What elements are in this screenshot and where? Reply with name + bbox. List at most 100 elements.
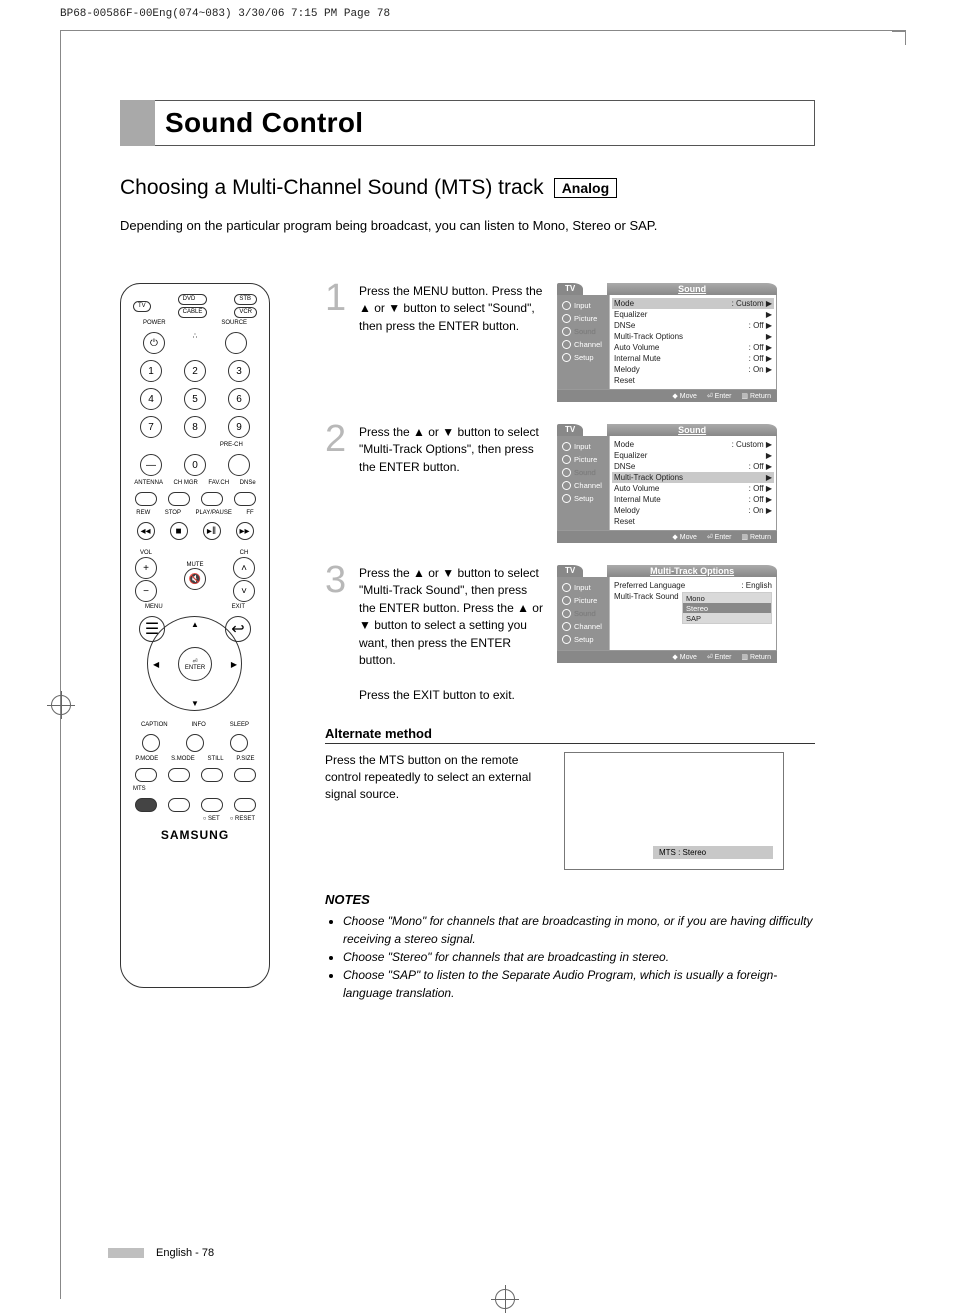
info-button[interactable] <box>186 734 204 752</box>
osd-side-item[interactable]: Picture <box>558 594 609 607</box>
l-stop: STOP <box>165 510 181 516</box>
osd-side-item[interactable]: Setup <box>558 351 609 364</box>
osd-title: Multi-Track Options <box>607 565 777 577</box>
osd-side-item[interactable]: Sound <box>558 325 609 338</box>
key-3[interactable]: 3 <box>228 360 250 382</box>
menu-label: MENU <box>145 604 163 610</box>
key-7[interactable]: 7 <box>140 416 162 438</box>
brand-logo: SAMSUNG <box>129 828 261 842</box>
osd-side-item[interactable]: Setup <box>558 492 609 505</box>
dpad-down-icon[interactable]: ▼ <box>191 699 199 708</box>
mts-option[interactable]: Stereo <box>683 603 771 613</box>
osd-side-item[interactable]: Picture <box>558 312 609 325</box>
l-favch: FAV.CH <box>208 480 229 486</box>
osd-side-item[interactable]: Channel <box>558 338 609 351</box>
smode-button[interactable] <box>168 768 190 782</box>
key-2[interactable]: 2 <box>184 360 206 382</box>
ch-up-button[interactable]: ˄ <box>233 557 255 579</box>
mts-option[interactable]: SAP <box>683 613 771 623</box>
stop-button[interactable]: ■ <box>170 522 188 540</box>
osd-footer-hint: ⏎ Enter <box>707 392 732 400</box>
antenna-button[interactable] <box>135 492 157 506</box>
osd-menu-row[interactable]: Multi-Track Options ▶ <box>614 331 772 342</box>
osd-menu-row[interactable]: Reset <box>614 375 772 386</box>
osd-side-item[interactable]: Input <box>558 299 609 312</box>
dnse-button[interactable] <box>234 492 256 506</box>
psize-button[interactable] <box>234 768 256 782</box>
osd-side-item[interactable]: Sound <box>558 607 609 620</box>
osd-menu-row[interactable]: Mode: Custom ▶ <box>614 439 772 450</box>
osd-menu-row[interactable]: Equalizer ▶ <box>614 450 772 461</box>
source-button[interactable] <box>225 332 247 354</box>
chmgr-button[interactable] <box>168 492 190 506</box>
mts-option[interactable]: Mono <box>683 593 771 603</box>
osd-menu-row[interactable]: Melody: On ▶ <box>614 505 772 516</box>
main-columns: TV DVD CABLE STB VCR POWERSOURCE ⏻ ∴ <box>120 283 815 1002</box>
key-6[interactable]: 6 <box>228 388 250 410</box>
extra-button-2[interactable] <box>201 798 223 812</box>
dpad-left-icon[interactable]: ◀ <box>153 660 159 669</box>
dpad-up-icon[interactable]: ▲ <box>191 620 199 629</box>
osd-menu-row[interactable]: DNSe: Off ▶ <box>614 320 772 331</box>
key-5[interactable]: 5 <box>184 388 206 410</box>
osd-menu-row[interactable]: Multi-Track Sound MonoStereoSAP <box>614 591 772 625</box>
ff-button[interactable]: ▸▸ <box>236 522 254 540</box>
step-3: 3 Press the ▲ or ▼ button to select "Mul… <box>325 565 815 704</box>
osd-menu-row[interactable]: Mode: Custom ▶ <box>612 298 774 309</box>
ch-down-button[interactable]: ˅ <box>233 580 255 602</box>
osd-side-item[interactable]: Setup <box>558 633 609 646</box>
rew-button[interactable]: ◂◂ <box>137 522 155 540</box>
caption-button[interactable] <box>142 734 160 752</box>
osd-side-item[interactable]: Input <box>558 581 609 594</box>
osd-menu-row[interactable]: Auto Volume: Off ▶ <box>614 483 772 494</box>
osd-main: Mode: Custom ▶Equalizer ▶DNSe: Off ▶Mult… <box>610 295 776 389</box>
favch-button[interactable] <box>201 492 223 506</box>
dash-button[interactable]: — <box>140 454 162 476</box>
sleep-button[interactable] <box>230 734 248 752</box>
dpad-right-icon[interactable]: ▶ <box>231 660 237 669</box>
osd-side-item[interactable]: Picture <box>558 453 609 466</box>
pmode-button[interactable] <box>135 768 157 782</box>
extra-button-3[interactable] <box>234 798 256 812</box>
osd-menu-row[interactable]: DNSe: Off ▶ <box>614 461 772 472</box>
osd-menu-row[interactable]: Reset <box>614 516 772 527</box>
osd-side-item[interactable]: Sound <box>558 466 609 479</box>
osd-menu-row[interactable]: Preferred Language: English <box>614 580 772 591</box>
osd-side-item[interactable]: Channel <box>558 479 609 492</box>
remote-vcr-label: VCR <box>234 307 257 318</box>
osd-menu-row[interactable]: Multi-Track Options ▶ <box>612 472 774 483</box>
osd-menu-row[interactable]: Internal Mute: Off ▶ <box>614 494 772 505</box>
key-4[interactable]: 4 <box>140 388 162 410</box>
power-button[interactable]: ⏻ <box>143 332 165 354</box>
osd-menu-row[interactable]: Equalizer ▶ <box>614 309 772 320</box>
osd-tv-tab: TV <box>557 565 583 577</box>
osd-menu-row[interactable]: Internal Mute: Off ▶ <box>614 353 772 364</box>
osd-side-item[interactable]: Input <box>558 440 609 453</box>
key-0[interactable]: 0 <box>184 454 206 476</box>
osd-side-icon <box>562 353 571 362</box>
l-dnse: DNSe <box>240 480 256 486</box>
smode-label: S.MODE <box>171 756 195 762</box>
osd-menu-row[interactable]: Auto Volume: Off ▶ <box>614 342 772 353</box>
step-number: 3 <box>325 565 349 704</box>
extra-button-1[interactable] <box>168 798 190 812</box>
prech-button[interactable] <box>228 454 250 476</box>
osd-side-item[interactable]: Channel <box>558 620 609 633</box>
key-9[interactable]: 9 <box>228 416 250 438</box>
still-button[interactable] <box>201 768 223 782</box>
enter-button[interactable]: ⏎ENTER <box>178 647 212 681</box>
osd-menu-row[interactable]: Melody: On ▶ <box>614 364 772 375</box>
mts-button[interactable] <box>135 798 157 812</box>
osd-side-icon <box>562 455 571 464</box>
key-8[interactable]: 8 <box>184 416 206 438</box>
notes-heading: NOTES <box>325 892 815 907</box>
vol-up-button[interactable]: + <box>135 557 157 579</box>
vol-down-button[interactable]: − <box>135 580 157 602</box>
osd-main: Mode: Custom ▶Equalizer ▶DNSe: Off ▶Mult… <box>610 436 776 530</box>
step-text: Press the ▲ or ▼ button to select "Multi… <box>359 565 547 704</box>
osd-footer-hint: ⏎ Enter <box>707 533 732 541</box>
key-1[interactable]: 1 <box>140 360 162 382</box>
mute-button[interactable]: 🔇 <box>184 568 206 590</box>
play-button[interactable]: ▸ǁ <box>203 522 221 540</box>
content: Sound Control Choosing a Multi-Channel S… <box>120 100 815 1002</box>
